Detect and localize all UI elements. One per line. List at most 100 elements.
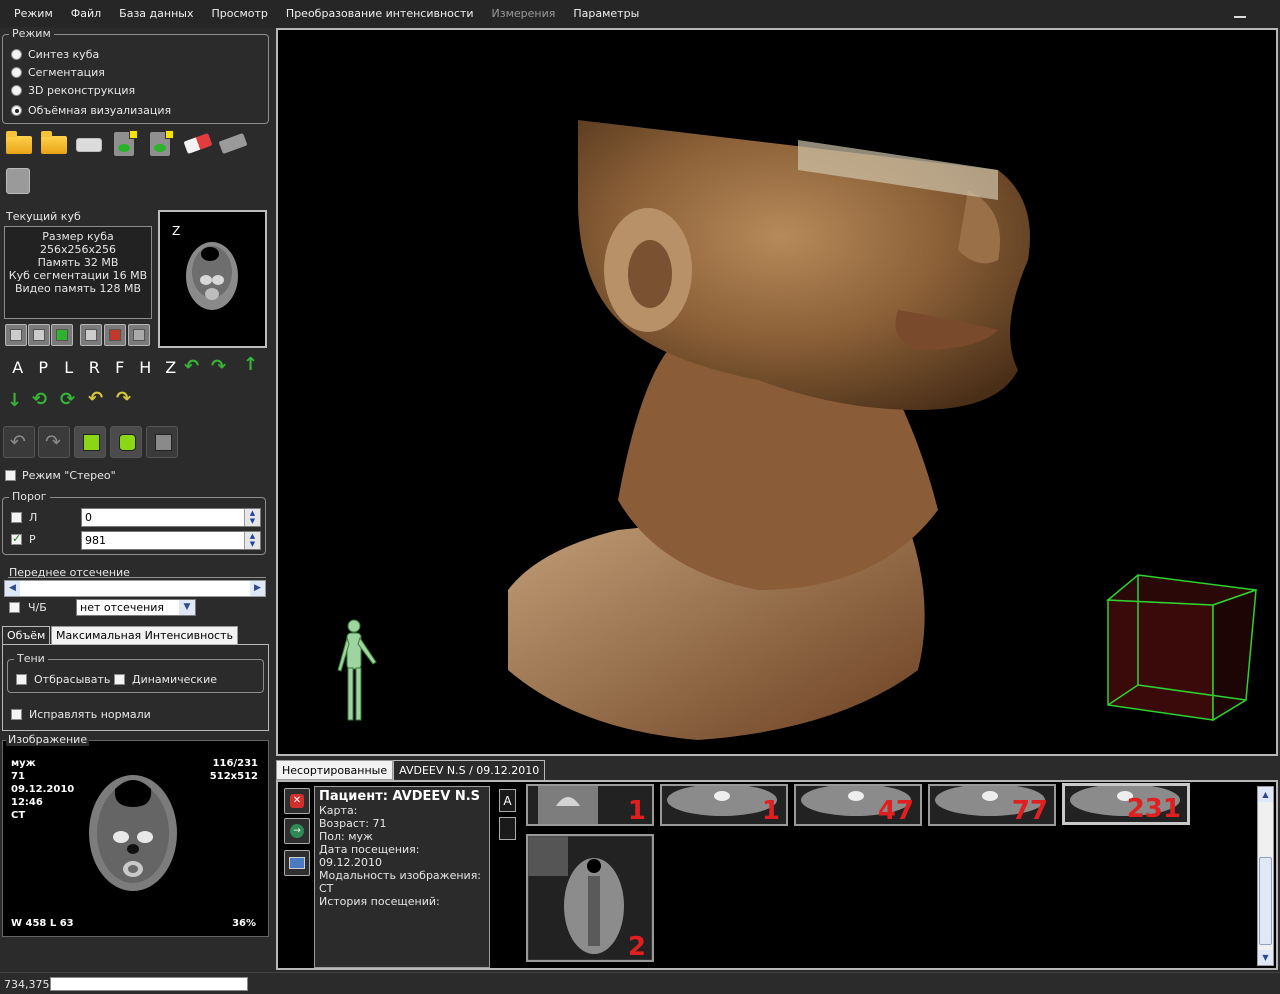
- series-thumb-4[interactable]: 77: [928, 784, 1056, 826]
- volume-render-viewport[interactable]: [276, 28, 1278, 756]
- threshold-low-input[interactable]: 0 ▲ ▼: [81, 508, 261, 527]
- fix-normals-label: Исправлять нормали: [29, 708, 151, 721]
- menu-intensity-transform[interactable]: Преобразование интенсивности: [277, 0, 483, 28]
- menu-database[interactable]: База данных: [110, 0, 202, 28]
- cube-btn-2[interactable]: [28, 324, 50, 346]
- radio-icon[interactable]: [11, 85, 22, 96]
- threshold-title: Порог: [9, 490, 50, 503]
- dir-p-button[interactable]: P: [31, 358, 57, 377]
- open-folder-button[interactable]: [3, 128, 35, 158]
- radio-icon[interactable]: [11, 49, 22, 60]
- save-disk-button[interactable]: [3, 166, 35, 196]
- tab-volume[interactable]: Объём: [2, 626, 51, 645]
- undo-button[interactable]: ↶: [3, 426, 35, 458]
- dir-l-button[interactable]: L: [56, 358, 82, 377]
- shadows-group: Тени Отбрасывать Динамические: [7, 652, 264, 693]
- threshold-low-checkbox[interactable]: [11, 512, 22, 523]
- view-toggle-button[interactable]: [499, 817, 516, 840]
- stereo-mode-checkbox[interactable]: Режим "Стерео": [5, 469, 116, 482]
- cast-shadows-checkbox[interactable]: [16, 674, 27, 685]
- minimize-button[interactable]: [1234, 6, 1246, 18]
- delete-button[interactable]: ✕: [284, 788, 310, 814]
- arrow-up-icon[interactable]: ↑: [243, 354, 258, 375]
- dir-h-button[interactable]: H: [133, 358, 159, 377]
- rotate-right-arrow-icon[interactable]: ↷: [211, 356, 226, 377]
- cube-btn-3[interactable]: [51, 324, 73, 346]
- cube-thumbnail[interactable]: Z: [158, 210, 267, 348]
- tilt-right-icon[interactable]: ↷: [116, 388, 131, 409]
- progress-bar: [50, 977, 248, 991]
- arrow-down-icon[interactable]: ↓: [7, 390, 22, 411]
- clear-region-button[interactable]: [146, 426, 178, 458]
- radio-icon[interactable]: [11, 105, 22, 116]
- select-region-button[interactable]: [74, 426, 106, 458]
- window-level: W 458 L 63: [11, 918, 74, 929]
- radio-3d-reconstruction[interactable]: 3D реконструкция: [11, 84, 135, 97]
- radio-icon[interactable]: [11, 67, 22, 78]
- import-button[interactable]: [284, 850, 310, 876]
- series-thumb-6[interactable]: 2: [526, 834, 654, 962]
- scroll-down-icon[interactable]: ▼: [1258, 950, 1273, 965]
- menu-view[interactable]: Просмотр: [202, 0, 276, 28]
- region-icon: [83, 434, 100, 451]
- spin-arrows-icon[interactable]: ▲ ▼: [244, 532, 260, 549]
- cube-btn-1[interactable]: [5, 324, 27, 346]
- dynamic-shadows-checkbox[interactable]: [114, 674, 125, 685]
- radio-volume-rendering[interactable]: Объёмная визуализация: [11, 104, 171, 117]
- scroll-left-icon[interactable]: ◀: [5, 581, 20, 596]
- tab-patient-study[interactable]: AVDEEV N.S / 09.12.2010: [393, 760, 546, 780]
- axial-view-button[interactable]: A: [499, 789, 516, 812]
- image-preview[interactable]: муж 71 09.12.2010 12:46 CT 116/231 512x5…: [2, 740, 269, 937]
- open-folders-button[interactable]: [38, 128, 70, 158]
- scroll-right-icon[interactable]: ▶: [250, 581, 265, 596]
- radio-cube-synthesis[interactable]: Синтез куба: [11, 48, 99, 61]
- threshold-group: Порог Л 0 ▲▼ Р 981 ▲▼: [2, 490, 266, 555]
- dir-r-button[interactable]: R: [82, 358, 108, 377]
- redo-button[interactable]: ↷: [38, 426, 70, 458]
- tilt-left-icon[interactable]: ↶: [88, 388, 103, 409]
- rotate-left-arrow-icon[interactable]: ↶: [184, 356, 199, 377]
- recycle-button[interactable]: [108, 128, 140, 158]
- drive-icon: [76, 138, 102, 152]
- dir-z-button[interactable]: Z: [158, 358, 184, 377]
- menu-mode[interactable]: Режим: [0, 0, 62, 28]
- cube-btn-6[interactable]: [128, 324, 150, 346]
- eraser-button[interactable]: [181, 128, 213, 158]
- series-thumb-5[interactable]: 231: [1062, 783, 1190, 825]
- menu-measurements[interactable]: Измерения: [483, 0, 565, 28]
- cube-btn-5[interactable]: [104, 324, 126, 346]
- series-scrollbar[interactable]: ▲ ▼: [1257, 786, 1274, 966]
- fix-normals-checkbox[interactable]: [11, 709, 22, 720]
- select-polygon-button[interactable]: [110, 426, 142, 458]
- menu-parameters[interactable]: Параметры: [564, 0, 648, 28]
- bw-checkbox[interactable]: [9, 602, 20, 613]
- cube-btn-4[interactable]: [80, 324, 102, 346]
- scroll-thumb[interactable]: [1259, 857, 1272, 945]
- threshold-high-checkbox[interactable]: [11, 532, 22, 545]
- threshold-high-input[interactable]: 981 ▲ ▼: [81, 531, 261, 550]
- rotate-cw-icon[interactable]: ⟳: [60, 389, 75, 410]
- orientation-cube: [1106, 574, 1257, 722]
- menu-file[interactable]: Файл: [62, 0, 110, 28]
- series-thumb-1[interactable]: 1: [526, 784, 654, 826]
- dir-a-button[interactable]: A: [5, 358, 31, 377]
- clip-mode-select[interactable]: нет отсечения ▼: [76, 599, 196, 616]
- eraser-gray-button[interactable]: [216, 128, 248, 158]
- checkbox-icon[interactable]: [5, 470, 16, 481]
- dir-f-button[interactable]: F: [107, 358, 133, 377]
- spin-arrows-icon[interactable]: ▲ ▼: [244, 509, 260, 526]
- chevron-down-icon[interactable]: ▼: [179, 600, 195, 615]
- series-thumb-3[interactable]: 47: [794, 784, 922, 826]
- front-clip-slider[interactable]: ◀ ▶: [4, 580, 266, 597]
- series-number: 231: [1126, 794, 1181, 824]
- recycle-button-2[interactable]: [144, 128, 176, 158]
- drive-button[interactable]: [73, 128, 105, 158]
- series-thumb-2[interactable]: 1: [660, 784, 788, 826]
- export-button[interactable]: →: [284, 818, 310, 844]
- radio-segmentation[interactable]: Сегментация: [11, 66, 105, 79]
- radio-label: Сегментация: [28, 66, 105, 79]
- tab-max-intensity[interactable]: Максимальная Интенсивность: [51, 626, 238, 645]
- rotate-ccw-icon[interactable]: ⟲: [32, 389, 47, 410]
- tab-unsorted[interactable]: Несортированные: [276, 760, 394, 780]
- scroll-up-icon[interactable]: ▲: [1258, 787, 1273, 802]
